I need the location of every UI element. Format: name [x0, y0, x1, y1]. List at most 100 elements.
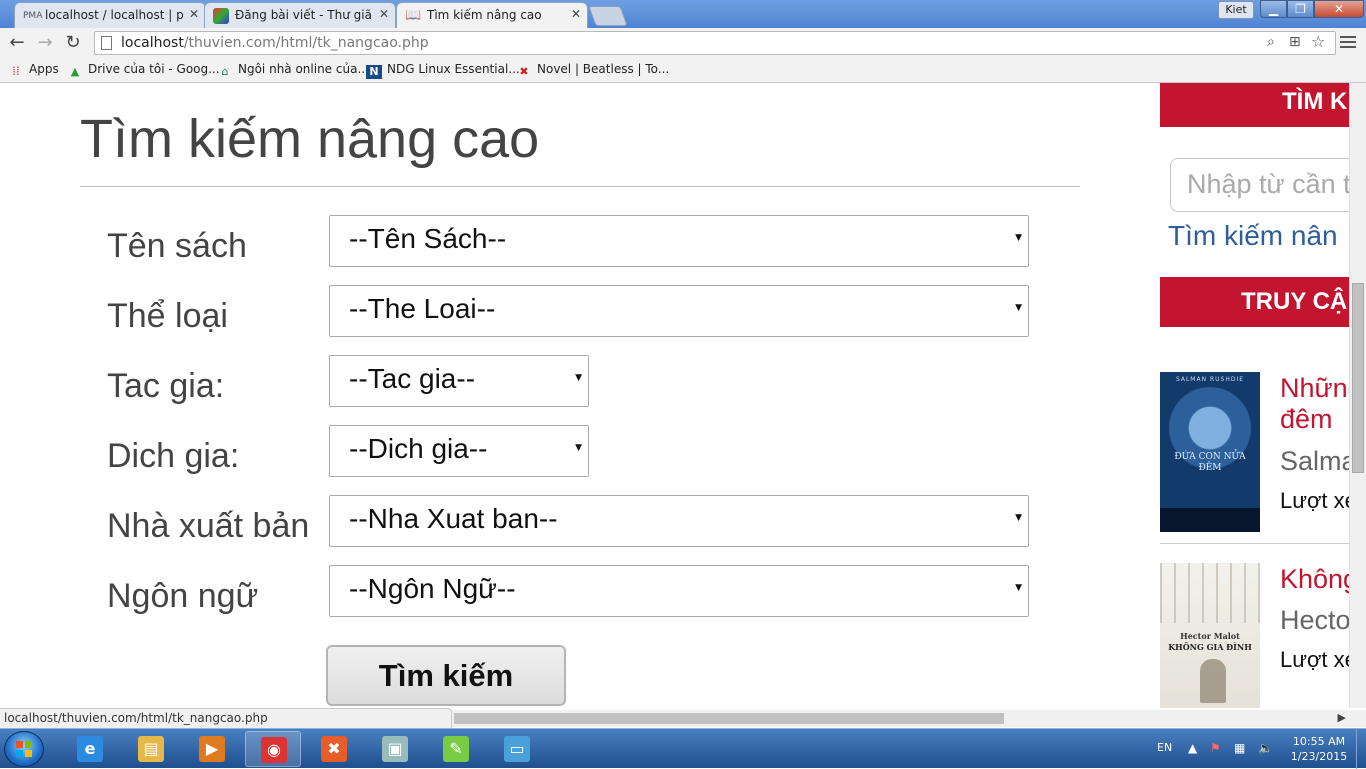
select-value: --Tên Sách--: [349, 223, 507, 254]
bookmark-label: Ngôi nhà online của...: [238, 62, 369, 76]
chrome-icon: ◉: [261, 737, 287, 763]
taskbar-button[interactable]: ▤: [123, 731, 179, 767]
cover-skyline: [1160, 508, 1260, 532]
chrome-menu-icon[interactable]: [1340, 34, 1356, 50]
select-ngon-ngu[interactable]: --Ngôn Ngữ-- ▼: [329, 565, 1029, 617]
windows-logo-icon: [16, 741, 32, 757]
select-nha-xuat-ban[interactable]: --Nha Xuat ban-- ▼: [329, 495, 1029, 547]
book-title-line2[interactable]: đêm: [1280, 403, 1333, 435]
select-dich-gia[interactable]: --Dich gia-- ▼: [329, 425, 589, 477]
vertical-scrollbar[interactable]: [1349, 83, 1366, 708]
tab-title: Tìm kiếm nâng cao: [427, 8, 542, 22]
taskbar-button[interactable]: ▣: [367, 731, 423, 767]
dropdown-arrow-icon: ▼: [1015, 233, 1022, 243]
bookmark-novel-beatless[interactable]: ✖ Novel | Beatless | To...: [516, 62, 669, 79]
reload-icon[interactable]: ↻: [62, 32, 84, 54]
book-cover-image[interactable]: SALMAN RUSHDIE ĐỨA CON NỬA ĐÊM: [1160, 372, 1260, 532]
advanced-search-link[interactable]: Tìm kiếm nân: [1168, 220, 1338, 252]
bookmark-label: Apps: [29, 62, 59, 76]
select-value: --Dich gia--: [349, 433, 488, 464]
sidebar-search-input[interactable]: Nhập từ cần t: [1170, 158, 1349, 212]
file-explorer-icon: ▤: [138, 736, 164, 762]
bookmark-ngoi-nha-online[interactable]: ⌂ Ngôi nhà online của...: [217, 62, 369, 79]
phpmyadmin-icon: PMA: [23, 11, 43, 21]
bookmark-ndg-linux[interactable]: N NDG Linux Essential...: [366, 62, 520, 79]
book-author: Hecto: [1280, 605, 1349, 635]
taskbar-button[interactable]: ✖: [306, 731, 362, 767]
close-window-button[interactable]: ✕: [1314, 0, 1364, 18]
internet-explorer-icon: e: [77, 736, 103, 762]
book-title[interactable]: Không: [1280, 563, 1349, 595]
taskbar-button[interactable]: ◉: [245, 731, 301, 767]
book-icon: 📖: [405, 8, 422, 23]
tab-strip: PMA localhost / localhost | php ✕ Đăng b…: [0, 0, 1366, 28]
taskbar-button[interactable]: ▭: [489, 731, 545, 767]
show-hidden-icons-icon[interactable]: ▲: [1188, 741, 1197, 755]
select-ten-sach[interactable]: --Tên Sách-- ▼: [329, 215, 1029, 267]
browser-toolbar: ← → ↻ localhost/thuvien.com/html/tk_nang…: [0, 28, 1366, 58]
label-ngon-ngu: Ngôn ngữ: [107, 577, 259, 615]
book-cover-image[interactable]: Hector Malot KHÔNG GIA ĐÌNH: [1160, 563, 1260, 708]
forward-arrow-icon[interactable]: →: [34, 32, 56, 54]
taskbar-button[interactable]: ✎: [428, 731, 484, 767]
translate-icon[interactable]: ⊞: [1289, 34, 1301, 50]
taskbar: e ▤ ▶ ◉ ✖ ▣ ✎ ▭ EN ▲ ⚑ ▦ 🔈 10:55 AM 1/23/2015: [0, 728, 1366, 769]
horizontal-scrollbar[interactable]: ▶: [452, 710, 1366, 727]
cover-figures: [1200, 659, 1226, 703]
tab-title: localhost / localhost | php: [45, 8, 183, 22]
dropdown-arrow-icon: ▼: [1015, 303, 1022, 313]
show-desktop-button[interactable]: [1356, 729, 1366, 769]
page-icon: [101, 36, 112, 50]
bookmark-apps[interactable]: ⁞⁞ Apps: [8, 62, 59, 78]
profile-badge[interactable]: Kiet: [1218, 1, 1254, 19]
dropdown-arrow-icon: ▼: [575, 373, 582, 383]
tab-phpmyadmin[interactable]: PMA localhost / localhost | php ✕: [14, 2, 206, 28]
select-value: --The Loai--: [349, 293, 496, 324]
minimize-button[interactable]: ▁: [1260, 0, 1287, 18]
cover-trees: [1160, 563, 1260, 623]
vertical-scroll-thumb[interactable]: [1352, 283, 1364, 473]
search-submit-button[interactable]: Tìm kiếm: [326, 645, 566, 706]
dropdown-arrow-icon: ▼: [1015, 583, 1022, 593]
taskbar-button[interactable]: e: [62, 731, 118, 767]
tab-close-icon[interactable]: ✕: [189, 7, 199, 21]
new-tab-button[interactable]: [588, 6, 628, 26]
system-clock[interactable]: 10:55 AM 1/23/2015: [1284, 734, 1354, 764]
bookmark-label: Novel | Beatless | To...: [537, 62, 670, 76]
maximize-button[interactable]: ❐: [1287, 0, 1314, 18]
select-tac-gia[interactable]: --Tac gia-- ▼: [329, 355, 589, 407]
book-title[interactable]: Những: [1280, 372, 1349, 404]
search-placeholder: Nhập từ cần t: [1187, 169, 1349, 199]
zoom-icon[interactable]: ⌕: [1267, 34, 1275, 50]
remote-desktop-icon: ▭: [504, 736, 530, 762]
notepad-plus-icon: ✎: [443, 736, 469, 762]
dropdown-arrow-icon: ▼: [1015, 513, 1022, 523]
tab-tim-kiem-nang-cao[interactable]: 📖 Tìm kiếm nâng cao ✕: [396, 2, 588, 28]
address-bar[interactable]: localhost/thuvien.com/html/tk_nangcao.ph…: [94, 31, 1336, 55]
bookmark-google-drive[interactable]: ▲ Drive của tôi - Goog...: [67, 62, 220, 79]
cover-author: SALMAN RUSHDIE: [1175, 376, 1245, 383]
select-value: --Ngôn Ngữ--: [349, 573, 516, 604]
url-text: localhost/thuvien.com/html/tk_nangcao.ph…: [121, 35, 429, 51]
volume-icon[interactable]: 🔈: [1258, 741, 1273, 755]
tab-close-icon[interactable]: ✕: [379, 7, 389, 21]
sidebar-search-header: TÌM K: [1160, 83, 1349, 127]
network-icon[interactable]: ▦: [1234, 741, 1245, 755]
horizontal-scroll-thumb[interactable]: [454, 713, 1004, 724]
taskbar-button[interactable]: ▶: [184, 731, 240, 767]
select-the-loai[interactable]: --The Loai-- ▼: [329, 285, 1029, 337]
tab-dang-bai-viet[interactable]: Đăng bài viết - Thư giãn - ✕: [204, 2, 396, 28]
xampp-icon: ✖: [321, 736, 347, 762]
back-arrow-icon[interactable]: ←: [6, 32, 28, 54]
clock-time: 10:55 AM: [1292, 735, 1346, 748]
title-divider: [80, 186, 1080, 187]
scroll-right-arrow-icon[interactable]: ▶: [1338, 711, 1346, 724]
bookmark-label: NDG Linux Essential...: [387, 62, 520, 76]
bookmark-star-icon[interactable]: ☆: [1311, 32, 1325, 51]
cover-author: Hector Malot: [1180, 631, 1240, 641]
cover-title: ĐỨA CON NỬA ĐÊM: [1174, 452, 1246, 473]
language-indicator[interactable]: EN: [1157, 741, 1172, 754]
start-button[interactable]: [4, 731, 44, 767]
action-center-icon[interactable]: ⚑: [1210, 741, 1221, 755]
tab-close-icon[interactable]: ✕: [571, 7, 581, 21]
